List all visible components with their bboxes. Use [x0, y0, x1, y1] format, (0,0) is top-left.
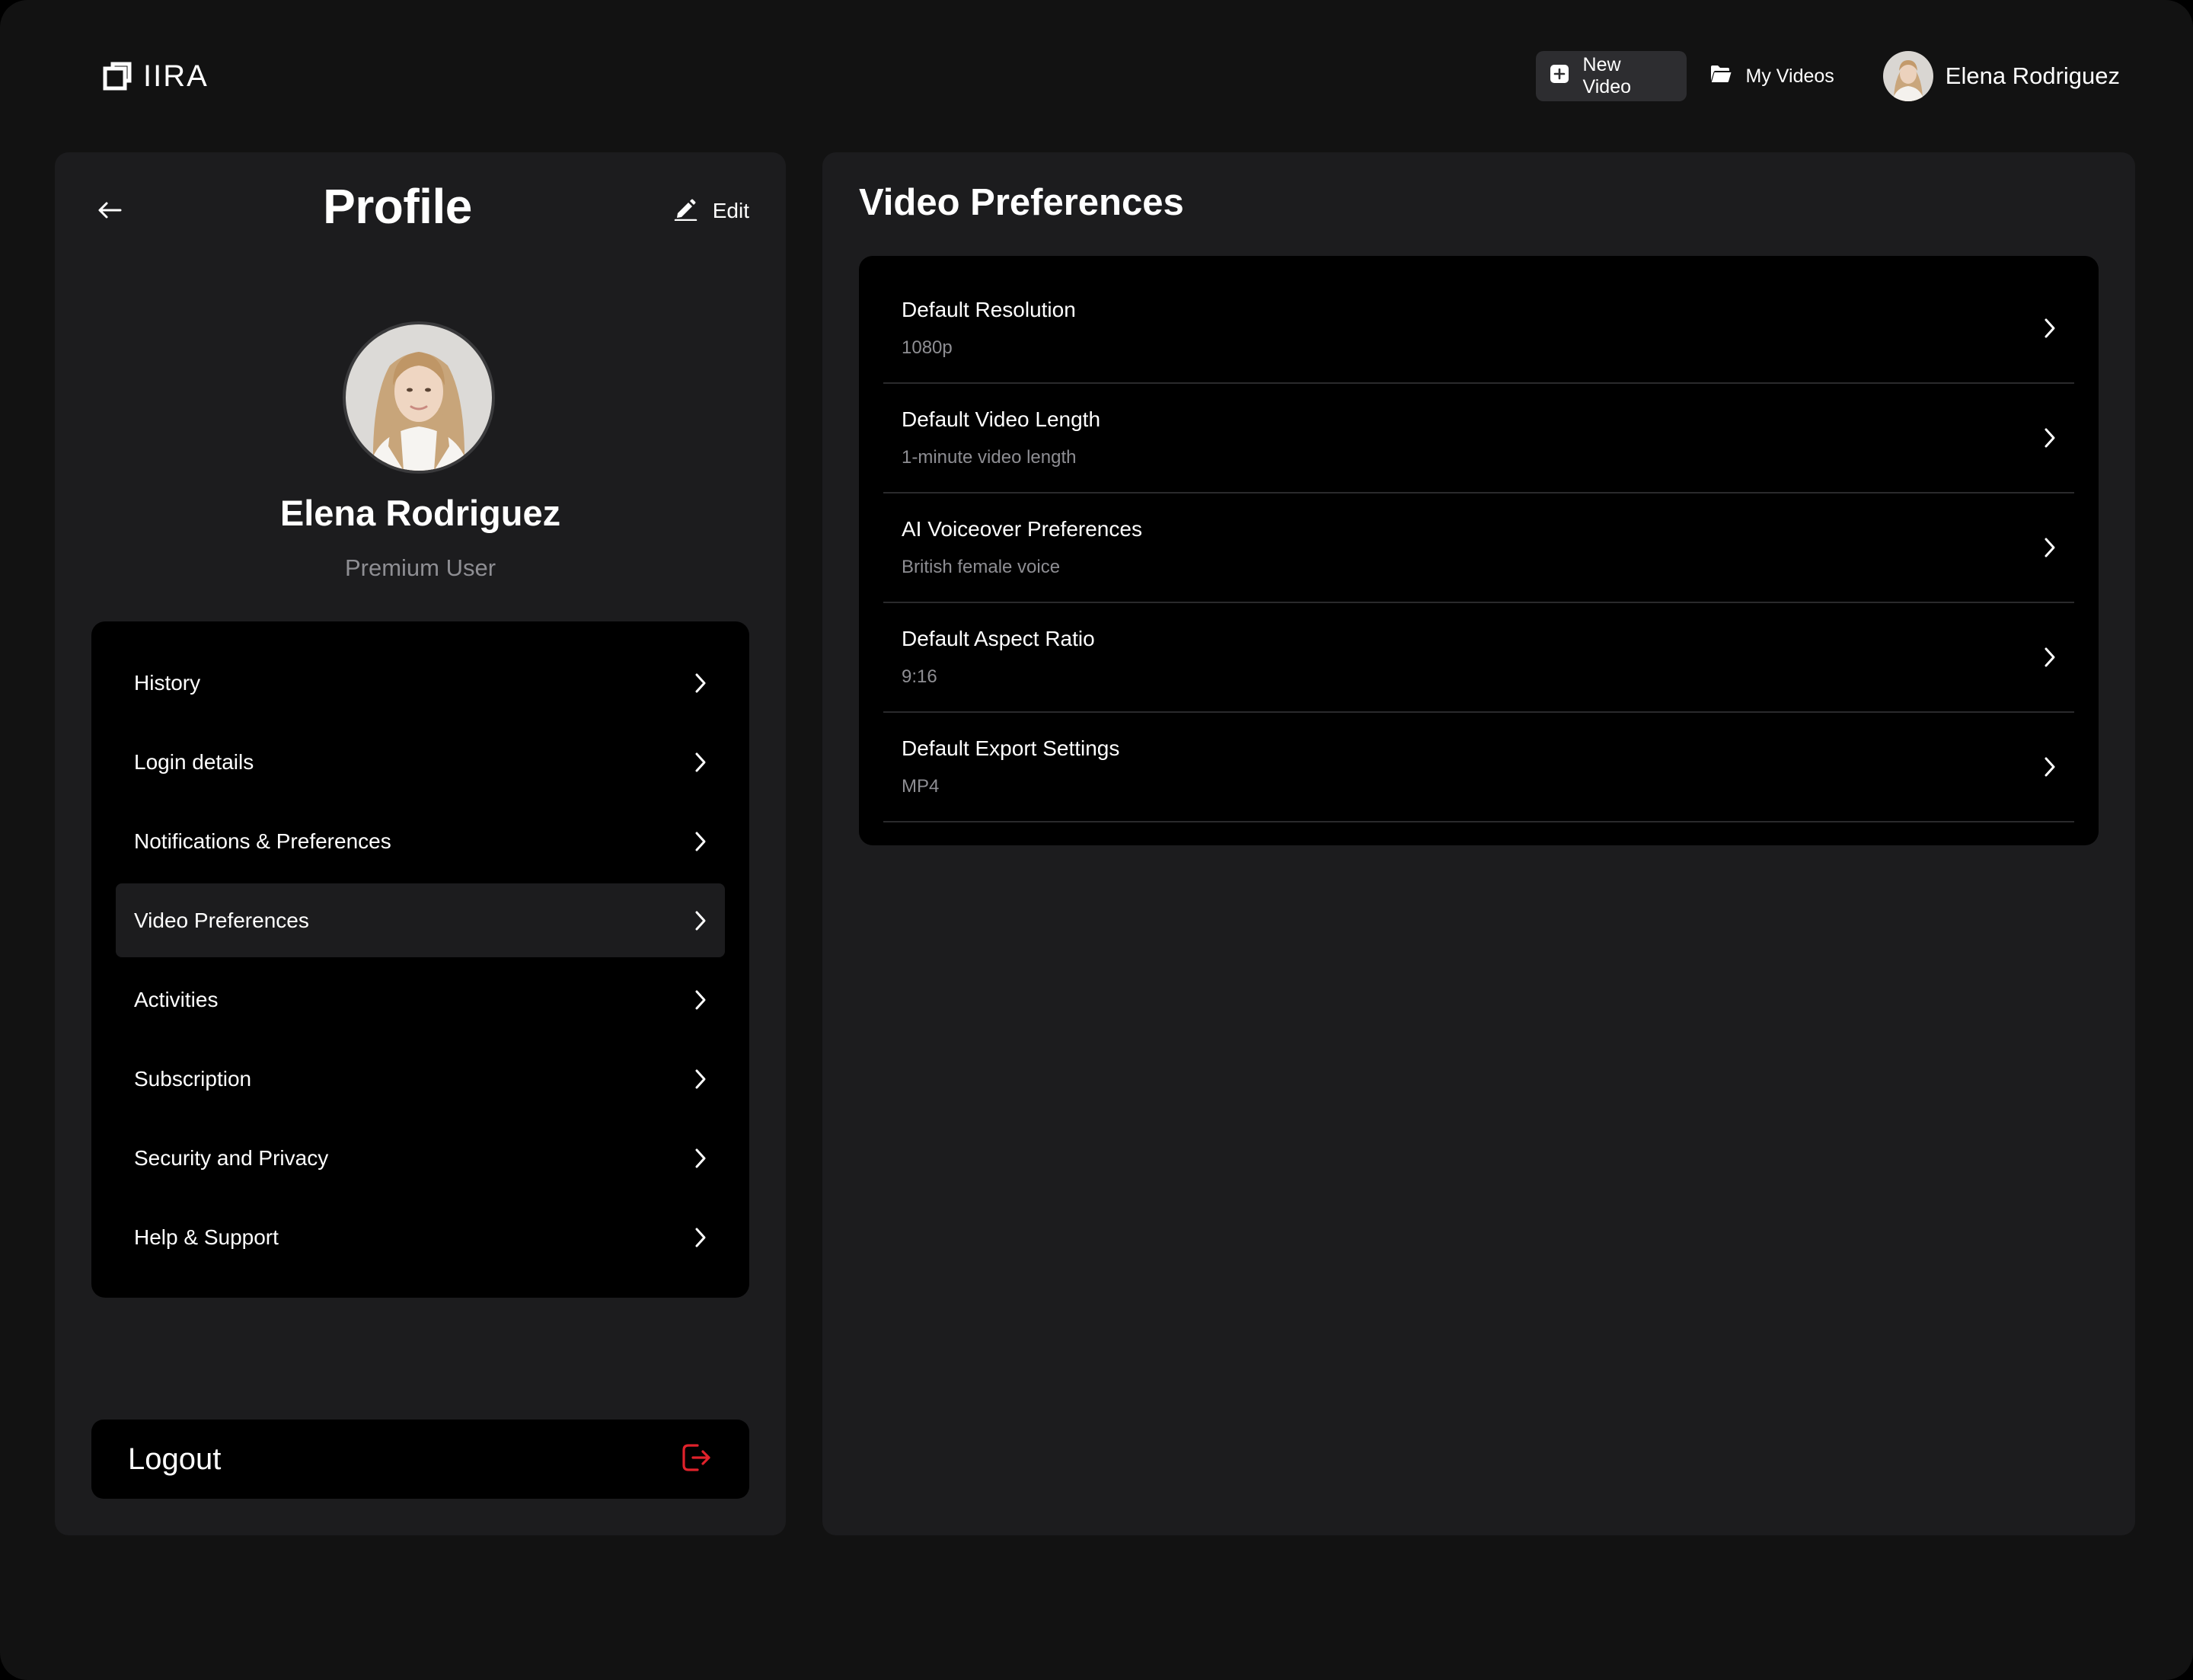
chevron-right-icon	[2044, 537, 2056, 558]
menu-item-label: Help & Support	[134, 1225, 279, 1249]
logout-label: Logout	[128, 1442, 222, 1476]
pref-value: British female voice	[902, 557, 1061, 577]
profile-menu: History Login details Notifications & Pr…	[91, 621, 749, 1298]
my-videos-label: My Videos	[1745, 65, 1834, 87]
top-navigation: New Video My Videos Elena Rodriguez	[1535, 50, 2120, 102]
menu-item-label: Video Preferences	[134, 908, 309, 932]
pref-text: Default Aspect Ratio 9:16	[902, 627, 1095, 688]
pref-value: MP4	[902, 776, 940, 797]
chevron-right-icon	[2044, 756, 2056, 778]
chevron-right-icon	[694, 1227, 707, 1248]
pref-value: 1080p	[902, 337, 953, 358]
profile-panel: Profile Edit Elena Rodriguez Premium Use…	[55, 152, 786, 1535]
brand-name: IIRA	[143, 59, 209, 93]
avatar	[1882, 51, 1933, 101]
pref-title: Default Video Length	[902, 407, 1101, 431]
app-window: IIRA New Video My Videos Elena Rodriguez…	[0, 0, 2193, 1680]
pref-text: Default Video Length 1-minute video leng…	[902, 407, 1100, 468]
pref-row-ai-voiceover[interactable]: AI Voiceover Preferences British female …	[883, 493, 2074, 603]
pencil-icon	[673, 196, 697, 226]
new-video-label: New Video	[1582, 54, 1632, 97]
profile-avatar	[343, 321, 495, 474]
edit-label: Edit	[712, 199, 749, 222]
chevron-right-icon	[694, 910, 707, 931]
user-name: Elena Rodriguez	[1945, 62, 2120, 89]
chevron-right-icon	[694, 1148, 707, 1169]
chevron-right-icon	[694, 989, 707, 1011]
profile-tier: Premium User	[344, 554, 496, 581]
menu-item-label: Login details	[134, 749, 254, 774]
pref-title: Default Resolution	[902, 298, 1076, 321]
chevron-right-icon	[694, 1068, 707, 1090]
chevron-right-icon	[694, 831, 707, 852]
new-video-button[interactable]: New Video	[1535, 51, 1687, 101]
pref-row-default-export-settings[interactable]: Default Export Settings MP4	[883, 713, 2074, 822]
pref-text: AI Voiceover Preferences British female …	[902, 517, 1142, 578]
pref-title: AI Voiceover Preferences	[902, 517, 1142, 541]
menu-item-video-preferences[interactable]: Video Preferences	[116, 883, 725, 957]
menu-item-subscription[interactable]: Subscription	[116, 1042, 725, 1116]
pref-text: Default Export Settings MP4	[902, 736, 1119, 797]
menu-item-label: Activities	[134, 987, 219, 1011]
chevron-right-icon	[694, 672, 707, 694]
logo-icon	[102, 61, 132, 91]
edit-profile-button[interactable]: Edit	[673, 192, 749, 230]
profile-name: Elena Rodriguez	[279, 493, 561, 533]
menu-item-activities[interactable]: Activities	[116, 963, 725, 1036]
menu-item-history[interactable]: History	[116, 646, 725, 720]
pref-title: Default Export Settings	[902, 736, 1120, 760]
menu-item-label: Security and Privacy	[134, 1145, 329, 1170]
plus-square-icon	[1550, 64, 1569, 89]
pref-value: 9:16	[902, 666, 937, 687]
pref-row-default-resolution[interactable]: Default Resolution 1080p	[883, 256, 2074, 384]
chevron-right-icon	[2044, 647, 2056, 668]
menu-item-security-privacy[interactable]: Security and Privacy	[116, 1121, 725, 1195]
brand-logo[interactable]: IIRA	[102, 59, 209, 93]
chevron-right-icon	[694, 752, 707, 773]
pref-value: 1-minute video length	[902, 447, 1077, 468]
folder-open-icon	[1709, 64, 1732, 89]
menu-item-notifications[interactable]: Notifications & Preferences	[116, 804, 725, 878]
my-videos-button[interactable]: My Videos	[1694, 51, 1850, 101]
menu-item-label: Subscription	[134, 1066, 252, 1091]
section-title: Video Preferences	[859, 182, 1184, 223]
pref-row-default-aspect-ratio[interactable]: Default Aspect Ratio 9:16	[883, 603, 2074, 713]
menu-item-help-support[interactable]: Help & Support	[116, 1200, 725, 1274]
video-preferences-panel: Video Preferences Default Resolution 108…	[822, 152, 2135, 1535]
logout-icon	[679, 1441, 713, 1478]
menu-item-login-details[interactable]: Login details	[116, 725, 725, 799]
chevron-right-icon	[2044, 427, 2056, 449]
page-title: Profile	[323, 179, 472, 234]
pref-row-default-video-length[interactable]: Default Video Length 1-minute video leng…	[883, 384, 2074, 493]
pref-text: Default Resolution 1080p	[902, 298, 1076, 359]
menu-item-label: Notifications & Preferences	[134, 829, 391, 853]
chevron-right-icon	[2044, 318, 2056, 339]
preferences-list: Default Resolution 1080p Default Video L…	[859, 256, 2099, 845]
pref-title: Default Aspect Ratio	[902, 627, 1095, 650]
logout-button[interactable]: Logout	[91, 1420, 749, 1499]
user-menu[interactable]: Elena Rodriguez	[1882, 51, 2120, 101]
menu-item-label: History	[134, 670, 201, 695]
